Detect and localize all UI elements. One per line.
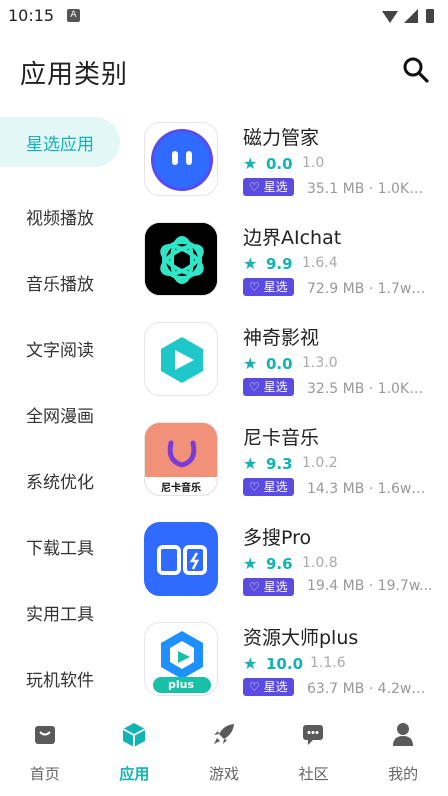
list-item[interactable]: 边界AIchat ★ 9.9 1.6.4 ♡ 星选 72.9 MB · 1.7w… [142, 218, 448, 318]
app-rating: 9.9 [266, 255, 293, 273]
app-name: 神奇影视 [243, 327, 320, 349]
home-bag-icon [34, 726, 55, 744]
wifi-icon [382, 11, 398, 23]
app-rating: 10.0 [266, 655, 304, 673]
rocket-icon [213, 724, 234, 744]
list-item[interactable]: 多搜Pro ★ 9.6 1.0.8 ♡ 星选 19.4 MB · 19.7w..… [142, 518, 448, 618]
featured-badge: ♡ 星选 [243, 178, 294, 196]
sidebar-item-download[interactable]: 下载工具 [0, 513, 128, 579]
tab-home[interactable]: 首页 [0, 700, 90, 796]
nika-icon-caption: 尼卡音乐 [161, 483, 201, 494]
app-name: 资源大师plus [243, 627, 359, 649]
app-meta: 35.1 MB · 1.0K下载 [307, 181, 437, 197]
app-meta: 72.9 MB · 1.7w下载 [307, 281, 437, 297]
app-icon-magnet-manager [144, 122, 218, 196]
header: 应用类别 [0, 32, 448, 110]
app-name: 多搜Pro [243, 527, 312, 549]
star-icon: ★ [243, 454, 258, 473]
star-icon: ★ [243, 154, 258, 173]
app-name: 磁力管家 [243, 127, 320, 149]
search-icon[interactable] [402, 56, 430, 84]
featured-badge: ♡ 星选 [243, 678, 294, 696]
featured-badge: ♡ 星选 [243, 378, 294, 396]
cube-icon [122, 723, 146, 747]
tab-community[interactable]: 社区 [269, 700, 359, 796]
sidebar-item-featured[interactable]: 星选应用 [0, 117, 120, 167]
sidebar-item-system[interactable]: 系统优化 [0, 447, 128, 513]
app-icon-duosou-pro [144, 522, 218, 596]
status-bar: 10:15 A [0, 0, 448, 32]
star-icon: ★ [243, 654, 258, 673]
featured-badge: ♡ 星选 [243, 478, 294, 496]
app-version: 1.3.0 [302, 355, 338, 371]
sidebar-item-reading[interactable]: 文字阅读 [0, 315, 128, 381]
sidebar-item-utility[interactable]: 实用工具 [0, 579, 128, 645]
featured-badge: ♡ 星选 [243, 578, 294, 596]
status-icons [382, 9, 434, 23]
app-icon-resource-master-plus: plus [144, 622, 218, 696]
app-version: 1.6.4 [302, 255, 338, 271]
sidebar-item-music[interactable]: 音乐播放 [0, 249, 128, 315]
app-rating: 0.0 [266, 155, 293, 173]
battery-icon [426, 9, 434, 23]
app-meta: 19.4 MB · 19.7w... [307, 578, 433, 594]
tab-games[interactable]: 游戏 [179, 700, 269, 796]
app-version: 1.0.8 [302, 555, 338, 571]
star-icon: ★ [243, 254, 258, 273]
app-icon-boundary-aichat [144, 222, 218, 296]
app-rating: 0.0 [266, 355, 293, 373]
list-item[interactable]: 磁力管家 ★ 0.0 1.0 ♡ 星选 35.1 MB · 1.0K下载 [142, 118, 448, 218]
tab-apps[interactable]: 应用 [90, 700, 180, 796]
app-version: 1.0.2 [302, 455, 338, 471]
page-title: 应用类别 [20, 60, 129, 90]
plus-icon-caption: plus [167, 678, 195, 691]
app-version: 1.0 [302, 155, 325, 171]
notification-a-icon: A [67, 9, 80, 22]
list-item[interactable]: 神奇影视 ★ 0.0 1.3.0 ♡ 星选 32.5 MB · 1.0K下载 [142, 318, 448, 418]
star-icon: ★ [243, 554, 258, 573]
chat-bubble-icon [302, 725, 323, 745]
sidebar-item-video[interactable]: 视频播放 [0, 183, 128, 249]
star-icon: ★ [243, 354, 258, 373]
app-meta: 32.5 MB · 1.0K下载 [307, 381, 437, 397]
app-version: 1.1.6 [310, 655, 346, 671]
status-time: 10:15 [8, 6, 55, 25]
list-item[interactable]: 尼卡音乐 尼卡音乐 ★ 9.3 1.0.2 ♡ 星选 14.3 MB · 1.6… [142, 418, 448, 518]
sidebar-item-comics[interactable]: 全网漫画 [0, 381, 128, 447]
app-icon-magic-video [144, 322, 218, 396]
app-rating: 9.6 [266, 555, 293, 573]
signal-icon [404, 9, 418, 23]
tab-profile[interactable]: 我的 [358, 700, 448, 796]
app-meta: 63.7 MB · 4.2w下载 [307, 681, 437, 697]
app-name: 边界AIchat [243, 227, 342, 249]
bottom-tab-bar: 首页 应用 游戏 社区 我的 [0, 700, 448, 796]
featured-badge: ♡ 星选 [243, 278, 294, 296]
app-name: 尼卡音乐 [243, 427, 320, 449]
app-meta: 14.3 MB · 1.6w下载 [307, 481, 437, 497]
app-icon-nika-music: 尼卡音乐 [144, 422, 218, 496]
app-list: 磁力管家 ★ 0.0 1.0 ♡ 星选 35.1 MB · 1.0K下载 边界A… [142, 118, 448, 718]
person-icon [393, 723, 414, 746]
app-rating: 9.3 [266, 455, 293, 473]
category-sidebar: 星选应用 视频播放 音乐播放 文字阅读 全网漫画 系统优化 下载工具 实用工具 … [0, 117, 128, 711]
